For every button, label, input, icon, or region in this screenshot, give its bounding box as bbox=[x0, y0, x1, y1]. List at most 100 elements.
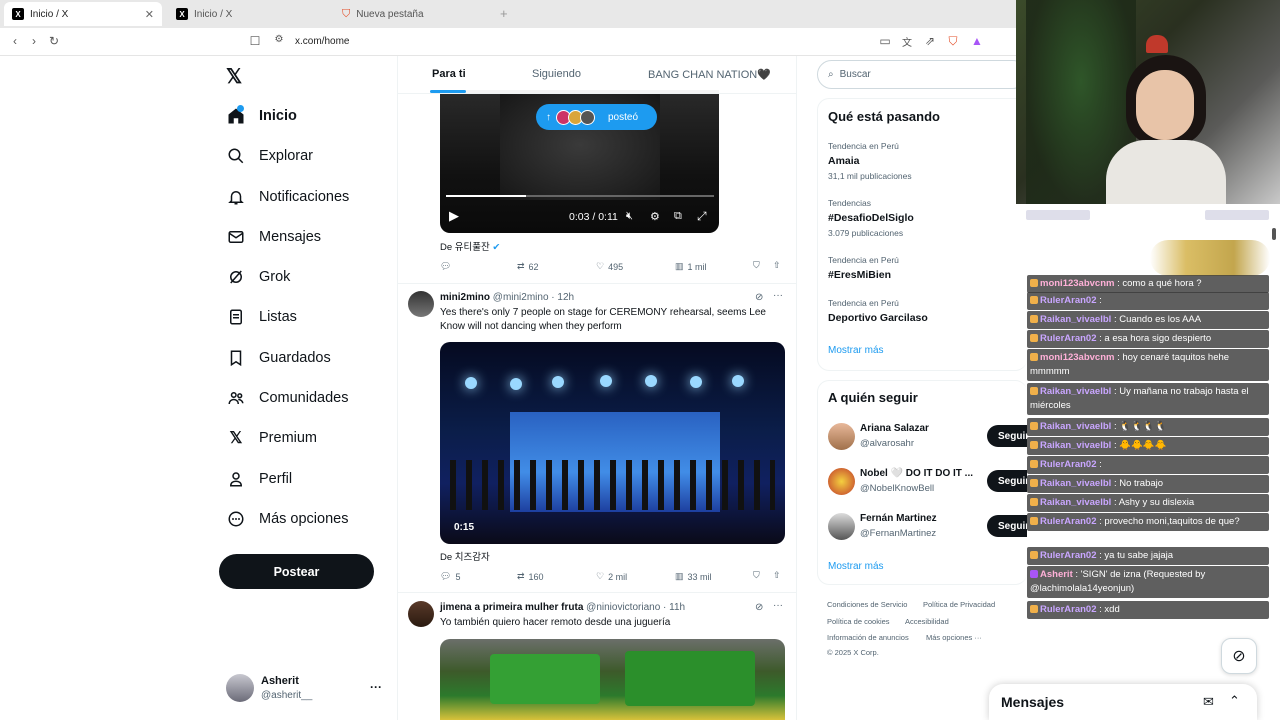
like-button[interactable]: ♡ 2 mil bbox=[596, 571, 627, 582]
expand-icon[interactable]: ⌃ bbox=[1229, 693, 1240, 709]
tweet3-image[interactable] bbox=[440, 639, 785, 720]
account-more-icon[interactable]: ··· bbox=[370, 680, 382, 694]
url-bar[interactable]: x.com/home bbox=[295, 36, 349, 47]
tweet3-name[interactable]: jimena a primeira mulher fruta bbox=[440, 602, 583, 613]
cast-icon[interactable]: ▭ bbox=[878, 34, 892, 48]
back-icon[interactable]: ‹ bbox=[8, 34, 22, 48]
nav-item-notificaciones[interactable]: Notificaciones bbox=[227, 180, 349, 214]
account-avatar[interactable] bbox=[226, 674, 254, 702]
nav-item-listas[interactable]: Listas bbox=[227, 300, 297, 334]
share-button[interactable]: ⇧ bbox=[773, 570, 781, 581]
grok-icon: ⊘ bbox=[1232, 648, 1246, 665]
tweet2-source[interactable]: De 치즈감자 bbox=[440, 549, 490, 563]
chat-text: : bbox=[1099, 459, 1102, 470]
nav-item-premium[interactable]: 𝕏 Premium bbox=[227, 421, 317, 455]
play-icon[interactable]: ▶ bbox=[449, 208, 459, 224]
more-icon[interactable]: ··· bbox=[773, 600, 783, 611]
chat-message: Raikan_vivaelbl : Uy mañana no trabajo h… bbox=[1027, 383, 1269, 415]
views-button[interactable]: ▥ 33 mil bbox=[675, 571, 712, 582]
tab-siguiendo[interactable]: Siguiendo bbox=[532, 68, 581, 80]
nav-item-mas-opciones[interactable]: Más opciones bbox=[227, 502, 348, 536]
footer-link[interactable]: Más opciones ··· bbox=[926, 633, 982, 642]
trend-item[interactable]: Tendencias #DesafioDelSiglo 3.079 public… bbox=[828, 198, 914, 238]
like-button[interactable]: ♡ 495 bbox=[596, 261, 623, 272]
stage-light bbox=[600, 375, 612, 387]
nav-item-grok[interactable]: Grok bbox=[227, 260, 290, 294]
account-name[interactable]: Asherit bbox=[261, 675, 299, 687]
bookmark-page-icon[interactable]: ☐ bbox=[248, 34, 262, 48]
grok-icon[interactable]: ⊘ bbox=[755, 602, 763, 613]
x-logo-icon[interactable]: 𝕏 bbox=[226, 64, 242, 89]
follow-avatar[interactable] bbox=[828, 513, 855, 540]
grok-icon[interactable]: ⊘ bbox=[755, 292, 763, 303]
bookmark-button[interactable]: ⛉ bbox=[753, 570, 760, 581]
browser-tab-inicio-1[interactable]: X Inicio / X ✕ bbox=[4, 2, 162, 26]
grok-fab-button[interactable]: ⊘ bbox=[1221, 638, 1257, 674]
trend-item[interactable]: Tendencia en Perú #EresMiBien bbox=[828, 255, 899, 281]
pip-icon[interactable]: ⧉ bbox=[674, 210, 682, 223]
views-button[interactable]: ▥ 1 mil bbox=[675, 261, 707, 272]
show-more-trends-link[interactable]: Mostrar más bbox=[828, 345, 884, 356]
tweet-video-2[interactable]: 0:15 bbox=[440, 342, 785, 544]
tweet2-handle[interactable]: @mini2mino · 12h bbox=[493, 292, 574, 303]
tweet1-source[interactable]: De 유티풀잔 ✔ bbox=[440, 239, 500, 253]
retweet-button[interactable]: ⇄ 160 bbox=[517, 571, 544, 582]
new-posts-pill[interactable]: ↑ posteó bbox=[536, 104, 657, 130]
footer-link[interactable]: Información de anuncios bbox=[827, 633, 909, 642]
footer-link[interactable]: Política de Privacidad bbox=[923, 600, 995, 609]
tweet3-avatar[interactable] bbox=[408, 601, 434, 627]
post-button[interactable]: Postear bbox=[219, 554, 374, 589]
new-tab-icon[interactable]: + bbox=[500, 6, 508, 21]
search-input[interactable]: ⌕ Buscar bbox=[817, 60, 1027, 89]
show-more-follow-link[interactable]: Mostrar más bbox=[828, 561, 884, 572]
brave-shield-icon[interactable]: ⛉ bbox=[946, 34, 960, 49]
more-icon[interactable]: ··· bbox=[773, 290, 783, 301]
follow-button[interactable]: Seguir bbox=[987, 425, 1029, 447]
follow-button[interactable]: Seguir bbox=[987, 515, 1029, 537]
footer-link[interactable]: Condiciones de Servicio bbox=[827, 600, 907, 609]
footer-link[interactable]: Política de cookies bbox=[827, 617, 890, 626]
nav-item-inicio[interactable]: Inicio bbox=[227, 99, 297, 133]
reply-button[interactable]: 💬︎ bbox=[440, 261, 455, 272]
trend-item[interactable]: Tendencia en Perú Deportivo Garcilaso bbox=[828, 298, 928, 324]
nav-item-perfil[interactable]: Perfil bbox=[227, 462, 292, 496]
fullscreen-icon[interactable]: ⤢ bbox=[697, 209, 707, 224]
tweet2-avatar[interactable] bbox=[408, 291, 434, 317]
bookmark-button[interactable]: ⛉ bbox=[753, 260, 760, 271]
tab-para-ti[interactable]: Para ti bbox=[432, 68, 466, 80]
nav-item-comunidades[interactable]: Comunidades bbox=[227, 381, 348, 415]
streamer-face bbox=[1136, 70, 1194, 140]
follow-name[interactable]: Nobel 🤍 DO IT DO IT ... bbox=[860, 468, 973, 479]
tab-bang-chan-nation[interactable]: BANG CHAN NATION🖤 bbox=[648, 68, 771, 81]
chat-scrollbar[interactable] bbox=[1272, 228, 1276, 240]
nav-item-mensajes[interactable]: Mensajes bbox=[227, 220, 321, 254]
nav-item-explorar[interactable]: Explorar bbox=[227, 139, 313, 173]
tweet2-name[interactable]: mini2mino bbox=[440, 292, 490, 303]
footer-link[interactable]: Accesibilidad bbox=[905, 617, 949, 626]
tweet3-handle[interactable]: @niniovictoriano · 11h bbox=[586, 602, 685, 613]
forward-icon[interactable]: › bbox=[27, 34, 41, 48]
reply-button[interactable]: 💬︎ 5 bbox=[440, 571, 460, 582]
share-icon[interactable]: ⇗ bbox=[923, 34, 937, 48]
mute-icon[interactable]: 🔇︎ bbox=[626, 210, 633, 223]
follow-name[interactable]: Ariana Salazar bbox=[860, 423, 929, 434]
trend-item[interactable]: Tendencia en Perú Amaia 31,1 mil publica… bbox=[828, 141, 912, 181]
brave-rewards-icon[interactable]: ▲ bbox=[970, 34, 984, 48]
search-placeholder: Buscar bbox=[839, 69, 871, 80]
retweet-button[interactable]: ⇄ 62 bbox=[517, 261, 539, 272]
follow-name[interactable]: Fernán Martinez bbox=[860, 513, 937, 524]
browser-tab-nueva[interactable]: ⛉ Nueva pestaña bbox=[334, 2, 494, 26]
follow-avatar[interactable] bbox=[828, 423, 855, 450]
close-tab-icon[interactable]: ✕ bbox=[145, 8, 154, 21]
follow-avatar[interactable] bbox=[828, 468, 855, 495]
translate-icon[interactable]: 文 bbox=[900, 34, 914, 49]
follow-button[interactable]: Seguir bbox=[987, 470, 1029, 492]
messages-drawer[interactable]: Mensajes ✉ ⌃ bbox=[989, 684, 1257, 720]
reload-icon[interactable]: ↻ bbox=[47, 34, 61, 48]
site-info-icon[interactable]: ⚙ bbox=[272, 34, 286, 45]
settings-icon[interactable]: ⚙ bbox=[650, 210, 660, 223]
share-button[interactable]: ⇧ bbox=[773, 260, 781, 271]
new-message-icon[interactable]: ✉ bbox=[1203, 694, 1214, 710]
browser-tab-inicio-2[interactable]: X Inicio / X bbox=[168, 2, 328, 26]
nav-item-guardados[interactable]: Guardados bbox=[227, 341, 331, 375]
